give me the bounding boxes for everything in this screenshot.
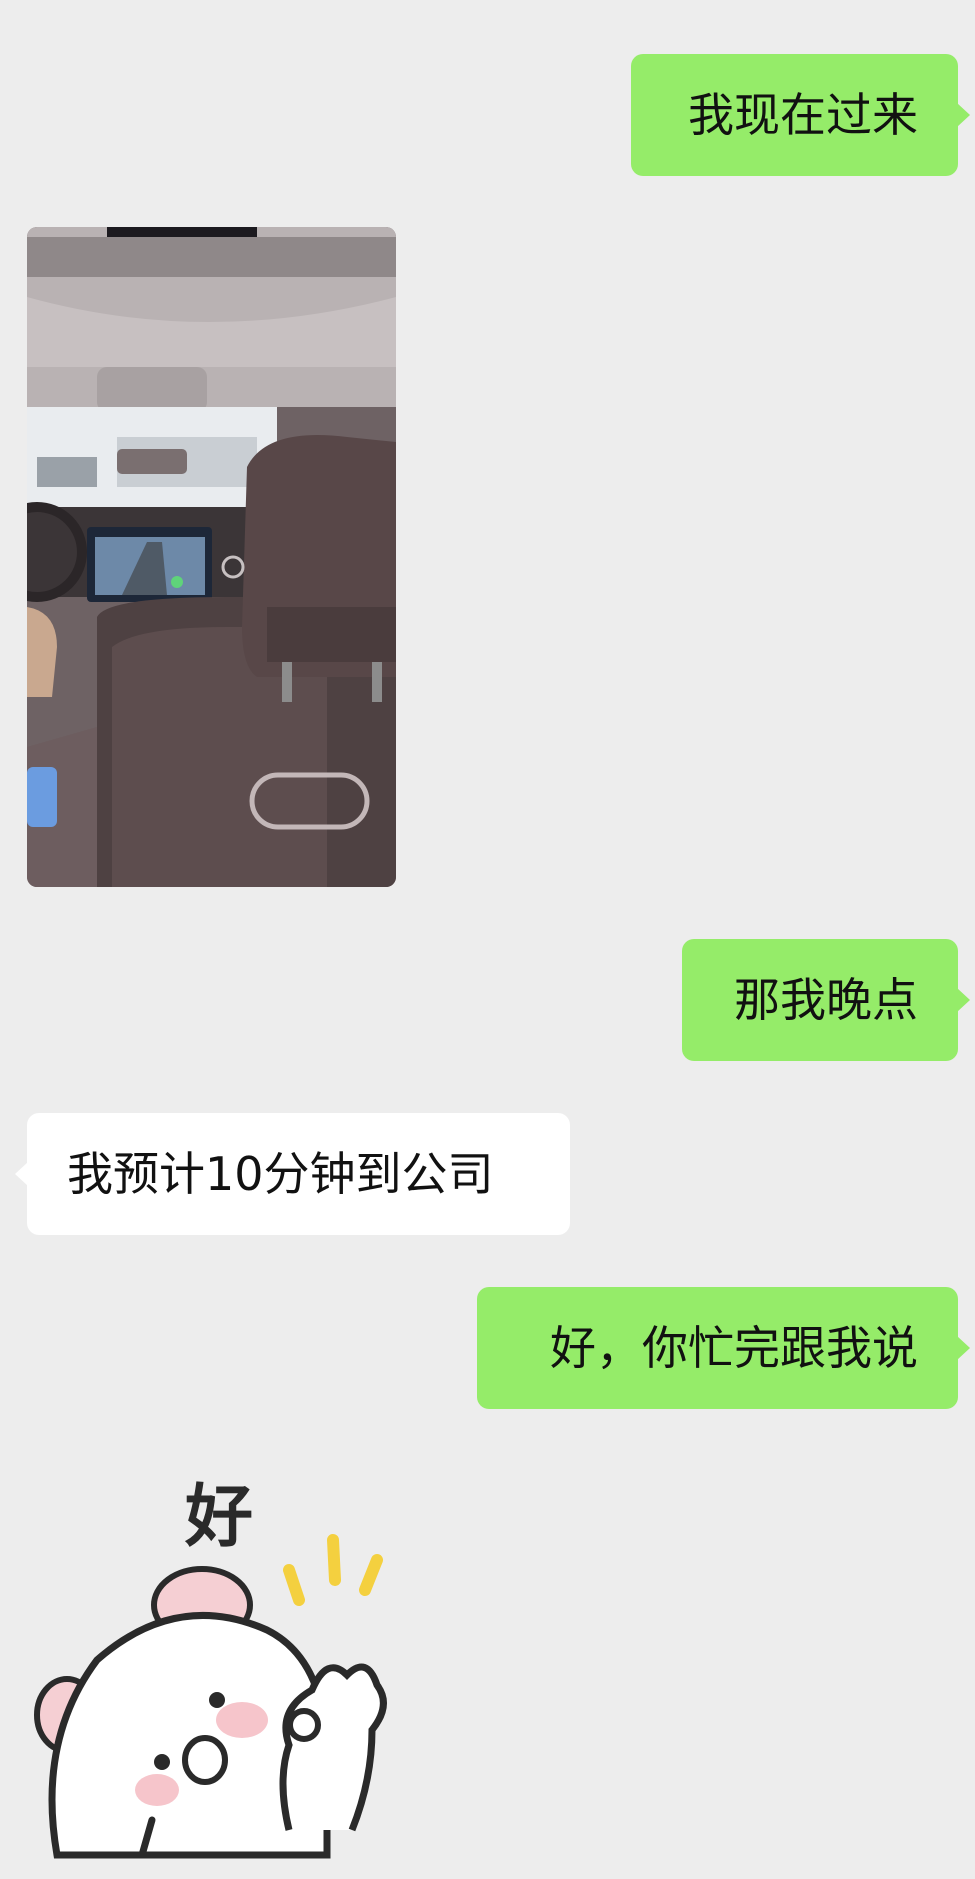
- outgoing-message-bubble[interactable]: 我现在过来: [631, 54, 970, 176]
- outgoing-message-bubble[interactable]: 那我晚点: [682, 939, 970, 1061]
- car-interior-photo-icon: [27, 227, 396, 887]
- incoming-message-bubble[interactable]: 我预计10分钟到公司: [15, 1113, 570, 1235]
- outgoing-message-bubble[interactable]: 好，你忙完跟我说: [477, 1287, 970, 1409]
- chat-thread: 我现在过来 那我晚点 我预计10分钟到公司 好，你忙完跟我说 好: [0, 0, 975, 1879]
- sticker-label: 好: [184, 1478, 253, 1557]
- ok-hamster-sticker[interactable]: 好: [27, 1460, 407, 1860]
- car-interior-photo-message[interactable]: [27, 227, 396, 887]
- hamster-ok-icon: 好: [34, 1478, 387, 1859]
